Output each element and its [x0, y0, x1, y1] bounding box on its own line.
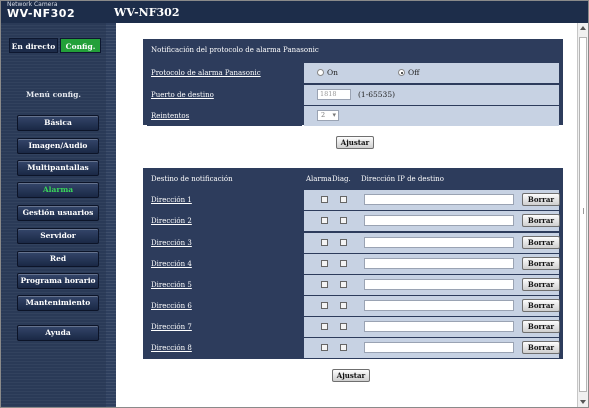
ip-address-input[interactable]	[364, 258, 514, 269]
port-label[interactable]: Puerto de destino	[151, 91, 214, 99]
alarm-checkbox[interactable]	[321, 260, 328, 267]
diag-checkbox[interactable]	[340, 281, 347, 288]
alarm-checkbox[interactable]	[321, 217, 328, 224]
protocol-enable-row: Protocolo de alarma Panasonic On Off	[147, 63, 559, 83]
alarm-checkbox[interactable]	[321, 196, 328, 203]
grip-icon	[583, 208, 585, 214]
destination-label[interactable]: Dirección 8	[151, 344, 192, 352]
menu-title: Menú config.	[26, 90, 81, 99]
destination-row-1: Dirección 1 Borrar	[147, 190, 560, 210]
col-ip: Dirección IP de destino	[361, 175, 444, 183]
sidebar-item-basic[interactable]: Básica	[17, 115, 99, 131]
port-input[interactable]: 1818	[317, 89, 351, 100]
top-header: Network Camera WV-NF302 WV-NF302	[1, 1, 588, 23]
radio-off[interactable]	[398, 69, 405, 76]
radio-on[interactable]	[317, 69, 324, 76]
destination-label[interactable]: Dirección 7	[151, 323, 192, 331]
destinations-set-button[interactable]: Ajustar	[332, 369, 370, 382]
live-button[interactable]: En directo	[9, 38, 58, 53]
radio-on-label: On	[327, 68, 338, 77]
diag-checkbox[interactable]	[340, 239, 347, 246]
destination-row-6: Dirección 6 Borrar	[147, 296, 560, 316]
diag-checkbox[interactable]	[340, 323, 347, 330]
ip-address-input[interactable]	[364, 342, 514, 353]
ip-address-input[interactable]	[364, 237, 514, 248]
ip-address-input[interactable]	[364, 279, 514, 290]
delete-button[interactable]: Borrar	[522, 320, 560, 333]
port-row: Puerto de destino 1818 (1-65535)	[147, 85, 559, 105]
delete-button[interactable]: Borrar	[522, 257, 560, 270]
diag-checkbox[interactable]	[340, 344, 347, 351]
scroll-up-icon[interactable]	[580, 26, 586, 30]
sidebar: En directo Config. Menú config. Básica I…	[1, 23, 106, 407]
diag-checkbox[interactable]	[340, 260, 347, 267]
alarm-checkbox[interactable]	[321, 323, 328, 330]
diag-checkbox[interactable]	[340, 196, 347, 203]
col-alarm: Alarma	[306, 175, 332, 183]
retry-select[interactable]: 2	[317, 110, 339, 121]
scroll-down-icon[interactable]	[580, 400, 586, 404]
protocol-set-button[interactable]: Ajustar	[336, 136, 374, 149]
vertical-scrollbar[interactable]	[577, 23, 588, 407]
port-range: (1-65535)	[358, 90, 396, 99]
scroll-thumb[interactable]	[579, 37, 587, 392]
destination-label[interactable]: Dirección 4	[151, 260, 192, 268]
destination-row-8: Dirección 8 Borrar	[147, 338, 560, 358]
destination-label[interactable]: Dirección 5	[151, 281, 192, 289]
delete-button[interactable]: Borrar	[522, 193, 560, 206]
destination-label[interactable]: Dirección 2	[151, 217, 192, 225]
protocol-section-title: Notificación del protocolo de alarma Pan…	[151, 46, 319, 54]
destination-row-5: Dirección 5 Borrar	[147, 275, 560, 295]
sidebar-item-alarm[interactable]: Alarma	[17, 182, 99, 198]
col-destination: Destino de notificación	[151, 175, 233, 183]
sidebar-item-multiscreen[interactable]: Multipantallas	[17, 160, 99, 176]
protocol-panel: Notificación del protocolo de alarma Pan…	[143, 39, 563, 126]
sidebar-item-image-audio[interactable]: Imagen/Audio	[17, 138, 99, 154]
brand-logo: Network Camera WV-NF302	[7, 2, 76, 20]
retry-row: Reintentos 2	[147, 106, 559, 126]
alarm-checkbox[interactable]	[321, 239, 328, 246]
brand-model: WV-NF302	[7, 7, 76, 20]
delete-button[interactable]: Borrar	[522, 214, 560, 227]
alarm-checkbox[interactable]	[321, 344, 328, 351]
destination-label[interactable]: Dirección 6	[151, 302, 192, 310]
destination-row-3: Dirección 3 Borrar	[147, 233, 560, 253]
delete-button[interactable]: Borrar	[522, 236, 560, 249]
ip-address-input[interactable]	[364, 215, 514, 226]
diag-checkbox[interactable]	[340, 217, 347, 224]
diag-checkbox[interactable]	[340, 302, 347, 309]
sidebar-item-help[interactable]: Ayuda	[17, 325, 99, 341]
destination-label[interactable]: Dirección 3	[151, 239, 192, 247]
ip-address-input[interactable]	[364, 194, 514, 205]
setup-button[interactable]: Config.	[60, 38, 101, 53]
sidebar-item-schedule[interactable]: Programa horario	[17, 273, 99, 289]
delete-button[interactable]: Borrar	[522, 341, 560, 354]
delete-button[interactable]: Borrar	[522, 278, 560, 291]
destination-row-2: Dirección 2 Borrar	[147, 211, 560, 231]
sidebar-item-maintenance[interactable]: Mantenimiento	[17, 295, 99, 311]
destination-label[interactable]: Dirección 1	[151, 196, 192, 204]
sidebar-item-server[interactable]: Servidor	[17, 228, 99, 244]
alarm-checkbox[interactable]	[321, 302, 328, 309]
delete-button[interactable]: Borrar	[522, 299, 560, 312]
destination-row-7: Dirección 7 Borrar	[147, 317, 560, 337]
page-title: WV-NF302	[114, 6, 180, 19]
retry-label[interactable]: Reintentos	[151, 112, 189, 120]
sidebar-item-user-management[interactable]: Gestión usuarios	[17, 205, 99, 221]
destination-row-4: Dirección 4 Borrar	[147, 254, 560, 274]
protocol-enable-label[interactable]: Protocolo de alarma Panasonic	[151, 69, 261, 77]
col-diag: Diag.	[332, 175, 351, 183]
sidebar-divider	[106, 23, 116, 407]
sidebar-item-network[interactable]: Red	[17, 251, 99, 267]
ip-address-input[interactable]	[364, 321, 514, 332]
ip-address-input[interactable]	[364, 300, 514, 311]
radio-off-label: Off	[408, 68, 420, 77]
alarm-checkbox[interactable]	[321, 281, 328, 288]
